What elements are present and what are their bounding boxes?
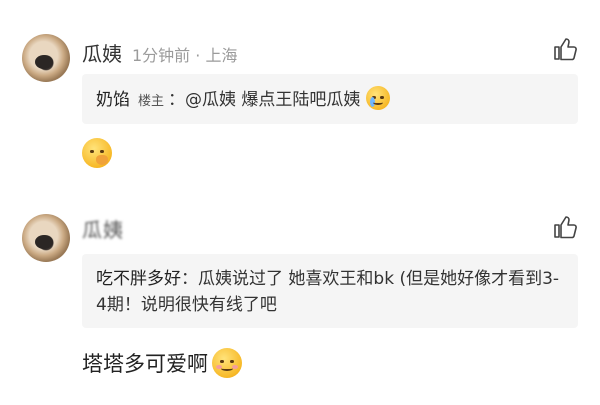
comment-body	[82, 138, 112, 168]
avatar[interactable]	[22, 34, 70, 82]
comment-meta: 瓜姨	[82, 214, 124, 243]
comment-item: 瓜姨 吃不胖多好：瓜姨说过了 她喜欢王和bk (但是她好像才看到3-4期！说明很…	[0, 200, 600, 405]
quoted-text: ：@瓜姨 爆点王陆吧瓜姨	[168, 90, 361, 110]
comment-body: 塔塔多可爱啊	[82, 348, 242, 378]
thumbs-up-icon[interactable]	[552, 214, 578, 240]
author-name[interactable]: 瓜姨	[82, 214, 124, 243]
thumbs-up-icon[interactable]	[552, 36, 578, 62]
op-badge: 楼主	[138, 94, 165, 109]
author-name[interactable]: 瓜姨	[82, 38, 122, 67]
avatar[interactable]	[22, 214, 70, 262]
quoted-reply[interactable]: 吃不胖多好：瓜姨说过了 她喜欢王和bk (但是她好像才看到3-4期！说明很快有线…	[82, 254, 578, 328]
quoted-reply[interactable]: 奶馅 楼主 ：@瓜姨 爆点王陆吧瓜姨	[82, 74, 578, 124]
timestamp-location: 1分钟前 · 上海	[132, 46, 238, 65]
hand-over-mouth-emoji-icon	[82, 138, 112, 168]
crying-face-emoji-icon	[365, 86, 390, 110]
comment-meta: 瓜姨 1分钟前 · 上海	[82, 38, 237, 67]
quoted-author[interactable]: 奶馅	[96, 90, 130, 110]
quoted-author[interactable]: 吃不胖多好	[96, 269, 181, 289]
comment-item: 瓜姨 1分钟前 · 上海 奶馅 楼主 ：@瓜姨 爆点王陆吧瓜姨	[0, 0, 600, 200]
comment-text: 塔塔多可爱啊	[82, 352, 208, 376]
smiling-blush-emoji-icon	[212, 348, 242, 378]
